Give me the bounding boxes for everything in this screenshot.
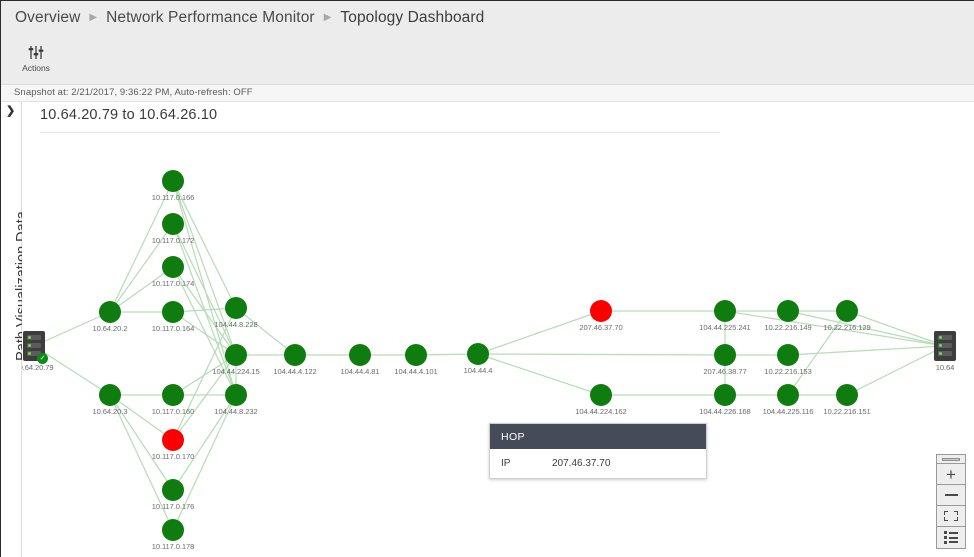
graph-node-label: 104.44.8.232 [214, 407, 258, 416]
graph-node-label: 10.117.0.178 [151, 542, 195, 551]
graph-node[interactable] [162, 301, 184, 323]
endpoint-server-node[interactable]: ✓ [23, 331, 48, 364]
graph-node[interactable] [284, 344, 306, 366]
fit-icon [954, 511, 958, 515]
graph-node[interactable] [714, 300, 736, 322]
actions-button-label: Actions [22, 62, 50, 73]
graph-edge [477, 310, 602, 355]
topology-graph-canvas[interactable]: 10.117.0.166 10.117.0.172 10.117.0.174 10.6… [22, 133, 974, 557]
graph-node-label: 10.117.0.170 [151, 452, 195, 461]
endpoint-server-label: 10.64 [935, 363, 955, 372]
graph-node[interactable] [162, 256, 184, 278]
zoom-out-button[interactable] [937, 485, 965, 506]
graph-node[interactable] [162, 429, 184, 451]
breadcrumb-item-overview[interactable]: Overview [15, 9, 80, 27]
graph-node[interactable] [225, 297, 247, 319]
graph-node[interactable] [162, 213, 184, 235]
minus-icon [944, 494, 958, 496]
graph-node-label: 104.44.4 [463, 366, 493, 375]
fit-icon [944, 511, 948, 515]
graph-node[interactable] [162, 170, 184, 192]
graph-node[interactable] [777, 384, 799, 406]
breadcrumb-item-topology-dashboard[interactable]: Topology Dashboard [340, 9, 484, 27]
page-title: 10.64.20.79 to 10.64.26.10 [40, 107, 218, 123]
path-visualization-rail: ❯ Path Visualization Data [1, 102, 30, 557]
snapshot-status-bar: Snapshot at: 2/21/2017, 9:36:22 PM, Auto… [1, 84, 974, 102]
zoom-slider-handle[interactable] [937, 455, 965, 464]
graph-node[interactable] [777, 344, 799, 366]
breadcrumb: Overview ▶ Network Performance Monitor ▶… [1, 1, 974, 34]
graph-node[interactable] [590, 384, 612, 406]
graph-node[interactable] [225, 384, 247, 406]
topology-dashboard-window: Overview ▶ Network Performance Monitor ▶… [0, 0, 974, 557]
graph-node-label: 10.117.0.172 [151, 236, 195, 245]
fit-icon [954, 517, 958, 521]
graph-node[interactable] [467, 343, 489, 365]
breadcrumb-item-network-performance-monitor[interactable]: Network Performance Monitor [106, 9, 315, 27]
command-bar: Actions [1, 34, 974, 84]
graph-edge [787, 345, 946, 356]
graph-node-label: 10.22.216.151 [823, 407, 871, 416]
hop-tooltip-body: IP 207.46.37.70 [490, 449, 706, 478]
actions-button[interactable]: Actions [15, 38, 57, 78]
graph-node[interactable] [590, 300, 612, 322]
graph-node-label: 207.46.37.70 [579, 323, 623, 332]
endpoint-server-label: 10.64.20.79 [22, 363, 54, 372]
hop-tooltip-value: 207.46.37.70 [552, 458, 611, 469]
graph-node-label: 10.117.0.176 [151, 502, 195, 511]
graph-node[interactable] [99, 301, 121, 323]
zoom-controls[interactable]: + [936, 454, 966, 549]
fit-to-screen-button[interactable] [937, 506, 965, 527]
zoom-in-button[interactable]: + [937, 464, 965, 485]
graph-node[interactable] [225, 344, 247, 366]
graph-node[interactable] [405, 344, 427, 366]
sliders-icon [27, 44, 45, 61]
hop-tooltip-header: HOP [490, 424, 706, 449]
hop-tooltip: HOP IP 207.46.37.70 [489, 423, 707, 479]
graph-node-label: 10.22.216.153 [764, 367, 812, 376]
fit-icon [944, 517, 948, 521]
legend-icon [943, 530, 959, 545]
expand-rail-icon[interactable]: ❯ [6, 104, 15, 117]
graph-node[interactable] [714, 384, 736, 406]
graph-node[interactable] [836, 384, 858, 406]
topology-panel: 10.64.20.79 to 10.64.26.10 10.117.0.166 1… [22, 102, 974, 557]
panel-header: 10.64.20.79 to 10.64.26.10 [22, 102, 974, 132]
plus-icon: + [946, 464, 956, 484]
graph-node-label: 104.44.8.228 [214, 320, 258, 329]
graph-node[interactable] [777, 300, 799, 322]
graph-node[interactable] [349, 344, 371, 366]
graph-node[interactable] [714, 344, 736, 366]
snapshot-status-text: Snapshot at: 2/21/2017, 9:36:22 PM, Auto… [14, 87, 253, 98]
legend-button[interactable] [937, 527, 965, 548]
graph-node[interactable] [162, 479, 184, 501]
graph-node[interactable] [836, 300, 858, 322]
graph-edge [477, 353, 726, 356]
hop-tooltip-key: IP [501, 458, 511, 469]
breadcrumb-separator-icon: ▶ [323, 11, 332, 23]
graph-node-label: 10.117.0.174 [151, 279, 195, 288]
graph-node-label: 10.117.0.166 [151, 193, 195, 202]
breadcrumb-separator-icon: ▶ [89, 11, 98, 23]
graph-node[interactable] [162, 384, 184, 406]
graph-node[interactable] [99, 384, 121, 406]
graph-node-label: 104.44.224.162 [575, 407, 627, 416]
endpoint-server-node[interactable] [934, 331, 956, 361]
graph-node-label: 10.22.216.129 [823, 323, 871, 332]
graph-node[interactable] [162, 519, 184, 541]
